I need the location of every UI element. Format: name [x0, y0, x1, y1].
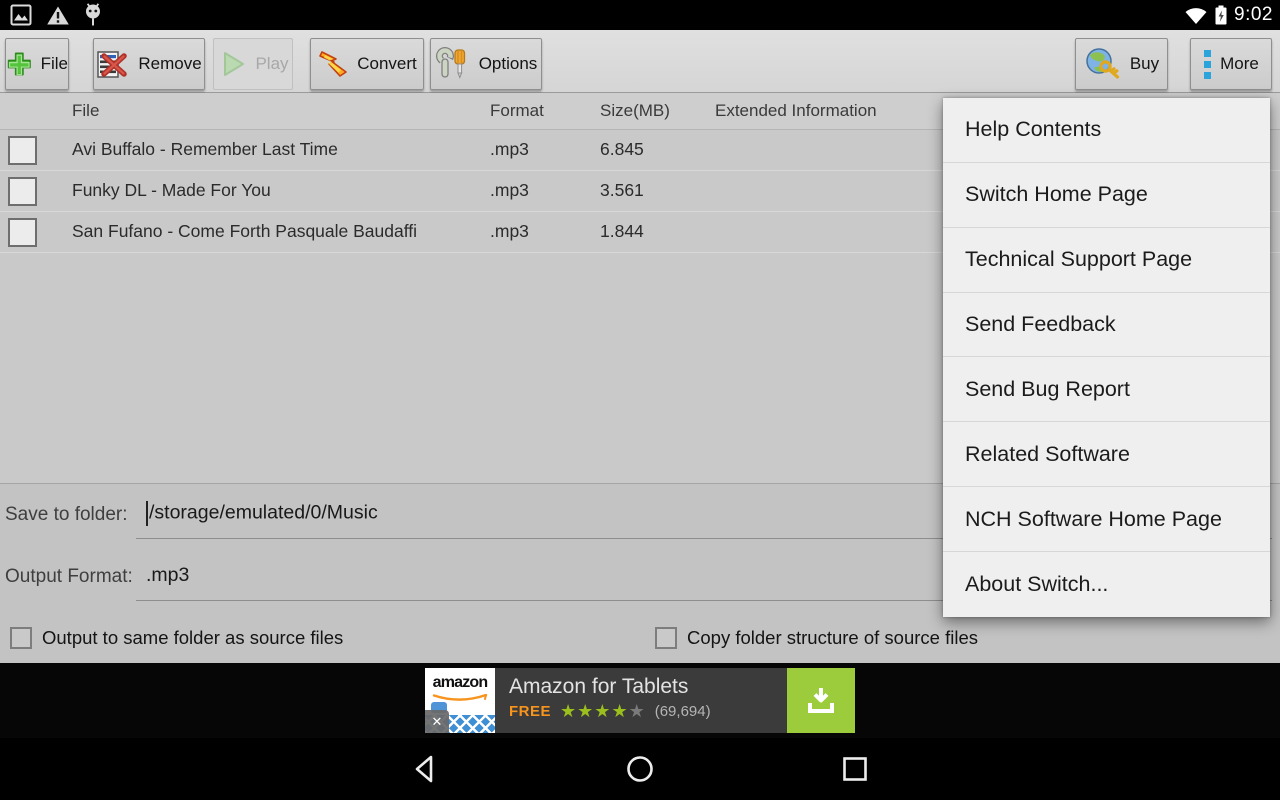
column-header-size: Size(MB)	[600, 101, 670, 120]
column-header-extended-info: Extended Information	[715, 101, 877, 120]
android-nav-bar	[0, 738, 1280, 800]
toolbar: File Remove Play Convert Options Buy Mor…	[0, 30, 1280, 93]
remove-file-icon	[97, 50, 128, 78]
ad-banner[interactable]: amazon ✕ Amazon for Tablets FREE ★★★★★ (…	[425, 668, 855, 733]
menu-item-help-contents[interactable]: Help Contents	[943, 98, 1270, 163]
save-to-folder-label: Save to folder:	[5, 504, 128, 525]
status-bar-system: 9:02	[1184, 0, 1273, 30]
same-folder-checkbox[interactable]	[10, 627, 32, 649]
row-checkbox[interactable]	[8, 136, 37, 165]
format-cell: .mp3	[490, 180, 529, 200]
add-file-button[interactable]: File	[5, 38, 69, 90]
ad-close-button[interactable]: ✕	[425, 710, 449, 733]
column-header-file: File	[72, 101, 100, 120]
format-cell: .mp3	[490, 139, 529, 159]
ad-app-tile: amazon ✕	[425, 668, 495, 733]
ad-price: FREE	[509, 702, 552, 720]
add-file-icon	[7, 52, 31, 76]
more-menu-popup: Help Contents Switch Home Page Technical…	[943, 98, 1270, 617]
format-cell: .mp3	[490, 221, 529, 241]
back-button[interactable]	[408, 752, 442, 786]
remove-button[interactable]: Remove	[93, 38, 205, 90]
menu-item-nch-software-home-page[interactable]: NCH Software Home Page	[943, 487, 1270, 553]
screenshot-icon	[10, 4, 32, 26]
warning-icon	[47, 6, 69, 24]
buy-globe-key-icon	[1086, 48, 1119, 79]
ad-title: Amazon for Tablets	[509, 675, 689, 698]
play-button[interactable]: Play	[213, 38, 293, 90]
ad-content: Amazon for Tablets FREE ★★★★★ (69,694)	[495, 668, 787, 733]
recents-button[interactable]	[838, 752, 872, 786]
copy-structure-checkbox-label: Copy folder structure of source files	[687, 627, 978, 648]
wifi-icon	[1185, 7, 1207, 24]
output-format-label: Output Format:	[5, 566, 133, 587]
menu-item-related-software[interactable]: Related Software	[943, 422, 1270, 488]
menu-item-send-bug-report[interactable]: Send Bug Report	[943, 357, 1270, 423]
ad-rating-count: (69,694)	[654, 702, 711, 720]
convert-icon	[319, 51, 348, 77]
more-button[interactable]: More	[1190, 38, 1272, 90]
options-button[interactable]: Options	[430, 38, 542, 90]
menu-item-technical-support-page[interactable]: Technical Support Page	[943, 228, 1270, 293]
ad-rating-row: FREE ★★★★★ (69,694)	[509, 702, 787, 720]
buy-button[interactable]: Buy	[1075, 38, 1168, 90]
output-format-value: .mp3	[146, 564, 190, 586]
size-cell: 1.844	[600, 221, 644, 241]
usb-debugging-icon	[86, 3, 100, 26]
button-label: More	[1220, 54, 1259, 73]
save-to-folder-value: /storage/emulated/0/Music	[149, 501, 378, 524]
clock: 9:02	[1234, 4, 1273, 25]
file-name-cell: Avi Buffalo - Remember Last Time	[72, 139, 338, 159]
play-icon	[224, 52, 245, 76]
battery-charging-icon	[1215, 5, 1227, 25]
status-bar: 9:02	[0, 0, 1280, 30]
download-icon	[808, 687, 834, 713]
button-label: Remove	[138, 54, 202, 73]
button-label: Play	[255, 54, 289, 73]
output-format-field[interactable]: .mp3	[146, 564, 189, 587]
button-label: Convert	[357, 54, 417, 73]
home-button[interactable]	[623, 752, 657, 786]
size-cell: 6.845	[600, 139, 644, 159]
copy-structure-checkbox[interactable]	[655, 627, 677, 649]
row-checkbox[interactable]	[8, 218, 37, 247]
menu-item-switch-home-page[interactable]: Switch Home Page	[943, 163, 1270, 228]
ad-stars: ★★★★★	[560, 702, 646, 720]
button-label: Options	[478, 54, 538, 73]
menu-item-about-switch[interactable]: About Switch...	[943, 552, 1270, 617]
button-label: File	[40, 54, 68, 73]
text-cursor	[146, 501, 148, 526]
star-icon: ★	[560, 701, 578, 721]
amazon-logo: amazon	[432, 674, 489, 691]
convert-button[interactable]: Convert	[310, 38, 424, 90]
save-to-folder-field[interactable]: /storage/emulated/0/Music	[146, 501, 378, 526]
more-dots-icon	[1204, 49, 1212, 79]
column-header-format: Format	[490, 101, 544, 120]
row-checkbox[interactable]	[8, 177, 37, 206]
ad-download-button[interactable]	[787, 668, 855, 733]
options-tools-icon	[435, 47, 465, 79]
star-icon: ★	[594, 701, 612, 721]
status-bar-notifications	[10, 0, 102, 30]
switch-converter-app: 9:02 File Remove Play Convert Options Bu…	[0, 0, 1280, 800]
star-icon: ★	[611, 701, 629, 721]
star-icon: ★	[628, 701, 646, 721]
star-icon: ★	[577, 701, 595, 721]
file-name-cell: Funky DL - Made For You	[72, 180, 271, 200]
ad-strip: amazon ✕ Amazon for Tablets FREE ★★★★★ (…	[0, 663, 1280, 738]
file-name-cell: San Fufano - Come Forth Pasquale Baudaff…	[72, 221, 418, 241]
same-folder-checkbox-label: Output to same folder as source files	[42, 627, 344, 648]
menu-item-send-feedback[interactable]: Send Feedback	[943, 293, 1270, 358]
button-label: Buy	[1129, 54, 1160, 73]
size-cell: 3.561	[600, 180, 644, 200]
